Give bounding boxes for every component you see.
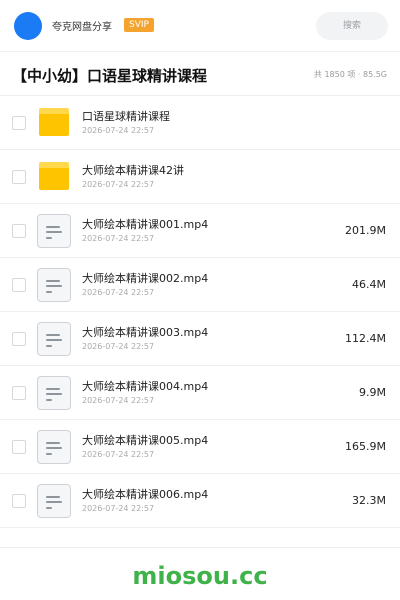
video-file-icon xyxy=(37,430,71,464)
video-file-icon xyxy=(37,214,71,248)
share-title-bar: 【中小幼】口语星球精讲课程 共 1850 项 · 85.5G xyxy=(0,52,400,96)
file-row[interactable]: 大师绘本精讲课002.mp4 2026-07-24 22:57 46.4M xyxy=(0,258,400,312)
row-checkbox[interactable] xyxy=(12,224,26,238)
watermark: miosou.cc xyxy=(132,562,268,590)
file-name: 大师绘本精讲课006.mp4 xyxy=(82,488,209,501)
file-date: 2026-07-24 22:57 xyxy=(82,342,155,351)
page-title: 【中小幼】口语星球精讲课程 xyxy=(12,67,208,85)
file-row[interactable]: 大师绘本精讲课003.mp4 2026-07-24 22:57 112.4M xyxy=(0,312,400,366)
file-date: 2026-07-24 22:57 xyxy=(82,450,155,459)
file-name: 大师绘本精讲课005.mp4 xyxy=(82,434,209,447)
footer-divider xyxy=(0,547,400,548)
app-name: 夸克网盘分享 xyxy=(52,22,112,33)
video-file-icon xyxy=(37,484,71,518)
file-size: 112.4M xyxy=(345,332,386,345)
row-checkbox[interactable] xyxy=(12,170,26,184)
search-input[interactable]: 搜索 xyxy=(316,12,388,40)
file-name: 大师绘本精讲课001.mp4 xyxy=(82,218,209,231)
file-row[interactable]: 大师绘本精讲课005.mp4 2026-07-24 22:57 165.9M xyxy=(0,420,400,474)
row-checkbox[interactable] xyxy=(12,386,26,400)
file-size: 201.9M xyxy=(345,224,386,237)
video-file-icon xyxy=(37,376,71,410)
file-row[interactable]: 大师绘本精讲课001.mp4 2026-07-24 22:57 201.9M xyxy=(0,204,400,258)
row-checkbox[interactable] xyxy=(12,494,26,508)
file-date: 2026-07-24 22:57 xyxy=(82,234,155,243)
folder-icon xyxy=(39,162,69,190)
file-row[interactable]: 口语星球精讲课程 2026-07-24 22:57 xyxy=(0,96,400,150)
row-checkbox[interactable] xyxy=(12,440,26,454)
file-date: 2026-07-24 22:57 xyxy=(82,180,155,189)
top-bar: 夸克网盘分享 SVIP 搜索 xyxy=(0,0,400,52)
file-name: 口语星球精讲课程 xyxy=(82,110,170,123)
file-row[interactable]: 大师绘本精讲课006.mp4 2026-07-24 22:57 32.3M xyxy=(0,474,400,528)
row-checkbox[interactable] xyxy=(12,332,26,346)
file-name: 大师绘本精讲课004.mp4 xyxy=(82,380,209,393)
file-size: 9.9M xyxy=(359,386,386,399)
svip-badge: SVIP xyxy=(124,18,154,32)
file-row[interactable]: 大师绘本精讲课004.mp4 2026-07-24 22:57 9.9M xyxy=(0,366,400,420)
row-checkbox[interactable] xyxy=(12,116,26,130)
share-summary: 共 1850 项 · 85.5G xyxy=(313,70,387,79)
row-checkbox[interactable] xyxy=(12,278,26,292)
file-date: 2026-07-24 22:57 xyxy=(82,126,155,135)
file-name: 大师绘本精讲课002.mp4 xyxy=(82,272,209,285)
file-date: 2026-07-24 22:57 xyxy=(82,288,155,297)
file-date: 2026-07-24 22:57 xyxy=(82,396,155,405)
avatar[interactable] xyxy=(14,12,42,40)
file-size: 165.9M xyxy=(345,440,386,453)
file-row[interactable]: 大师绘本精讲课42讲 2026-07-24 22:57 xyxy=(0,150,400,204)
file-name: 大师绘本精讲课42讲 xyxy=(82,164,184,177)
file-size: 32.3M xyxy=(352,494,386,507)
file-size: 46.4M xyxy=(352,278,386,291)
folder-icon xyxy=(39,108,69,136)
file-name: 大师绘本精讲课003.mp4 xyxy=(82,326,209,339)
video-file-icon xyxy=(37,268,71,302)
video-file-icon xyxy=(37,322,71,356)
file-date: 2026-07-24 22:57 xyxy=(82,504,155,513)
